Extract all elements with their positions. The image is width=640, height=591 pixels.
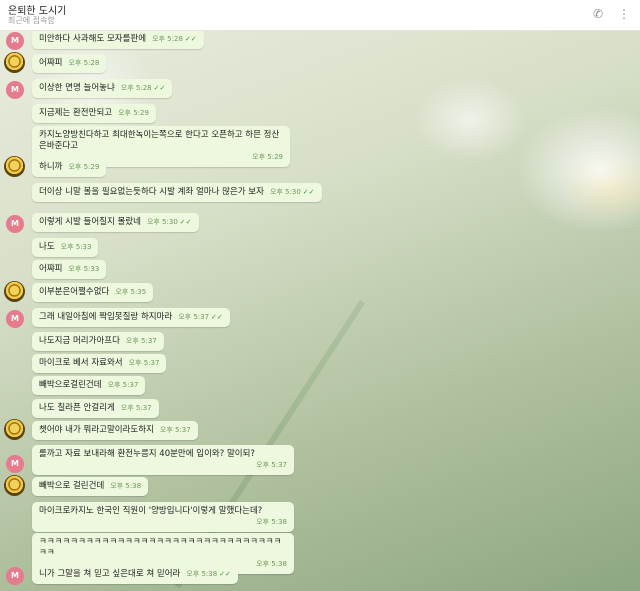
message-bubble[interactable]: 이렇게 시발 들어질지 몰랐네 오후 5:30 ✓✓ bbox=[32, 213, 199, 232]
message-time: 오후 5:37 bbox=[128, 359, 160, 367]
message-time: 오후 5:33 bbox=[60, 243, 92, 251]
message-text: 어쨔피 bbox=[39, 58, 63, 68]
message-time: 오후 5:38 bbox=[186, 570, 218, 578]
message-text: 나도 bbox=[39, 242, 55, 252]
message-bubble[interactable]: 그래 내일아침에 짝임못질랑 하지마라 오후 5:37 ✓✓ bbox=[32, 308, 230, 327]
message-text: 이부분은어쩔수없다 bbox=[39, 287, 110, 297]
read-check-icon: ✓✓ bbox=[184, 35, 197, 43]
message-bubble[interactable]: 니가 그말을 쳐 믿고 싶은대로 쳐 믿어라 오후 5:38 ✓✓ bbox=[32, 565, 238, 584]
message-bubble[interactable]: 빼박으로걸린건데 오후 5:37 bbox=[32, 376, 146, 395]
last-seen-status: 최근에 접속함 bbox=[8, 16, 55, 25]
message-text: 이상한 면명 늘어놓냐 bbox=[39, 83, 115, 93]
message-bubble[interactable]: 마이크로카지노 한국인 직원이 '양방입니다'이렇게 말했다는데? 오후 5:38 bbox=[32, 502, 294, 532]
avatar[interactable]: M bbox=[6, 567, 24, 585]
message-time: 오후 5:33 bbox=[68, 265, 100, 273]
message-bubble[interactable]: 나도지금 머리가아프다 오후 5:37 bbox=[32, 332, 164, 351]
avatar[interactable] bbox=[4, 52, 25, 73]
message-bubble[interactable]: 챗어야 내가 뭐라고말이라도하지 오후 5:37 bbox=[32, 421, 198, 440]
message-text: 빼박으로 걸린건데 bbox=[39, 481, 105, 491]
message-text: 나도 칠라픈 안걸리게 bbox=[39, 403, 115, 413]
read-check-icon: ✓✓ bbox=[211, 313, 223, 321]
message-text: 챗어야 내가 뭐라고말이라도하지 bbox=[39, 425, 154, 435]
avatar[interactable] bbox=[4, 475, 25, 496]
message-time: 오후 5:28 bbox=[68, 59, 100, 67]
message-bubble[interactable]: 나도 오후 5:33 bbox=[32, 238, 99, 257]
message-text: 마이크로카지노 한국인 직원이 '양방입니다'이렇게 말했다는데? bbox=[39, 506, 263, 516]
message-bubble[interactable]: 미안하다 사과해도 모자를판에 오후 5:28 ✓✓ bbox=[32, 30, 204, 49]
message-bubble[interactable]: 빼박으로 걸린건데 오후 5:38 bbox=[32, 477, 149, 496]
message-bubble[interactable]: 하니까 오후 5:29 bbox=[32, 158, 107, 177]
read-check-icon: ✓✓ bbox=[302, 188, 315, 196]
message-bubble[interactable]: 이부분은어쩔수없다 오후 5:35 bbox=[32, 283, 154, 302]
read-check-icon: ✓✓ bbox=[153, 84, 166, 92]
message-time: 오후 5:28 bbox=[152, 35, 183, 43]
chat-header: 은퇴한 도시기 최근에 접속함 ✆ ⋮ bbox=[0, 0, 640, 31]
avatar[interactable]: M bbox=[6, 32, 24, 50]
message-bubble[interactable]: 지금제는 환전만되고 오후 5:29 bbox=[32, 104, 156, 123]
message-text: 그래 내일아침에 짝임못질랑 하지마라 bbox=[39, 312, 173, 322]
message-text: ㅋㅋㅋㅋㅋㅋㅋㅋㅋㅋㅋㅋㅋㅋㅋㅋㅋㅋㅋㅋㅋㅋㅋㅋㅋㅋㅋㅋㅋㅋㅋㅋㅋ bbox=[39, 537, 282, 558]
message-time: 오후 5:37 bbox=[256, 461, 287, 469]
message-time: 오후 5:37 bbox=[107, 381, 139, 389]
message-time: 오후 5:30 bbox=[269, 188, 301, 196]
avatar[interactable]: M bbox=[6, 310, 24, 328]
message-text: 롤까고 자료 보내라해 환전누름지 40분만에 입이와? 말이되? bbox=[39, 449, 255, 459]
message-text: 이렇게 시발 들어질지 몰랐네 bbox=[39, 217, 141, 227]
message-text: 지금제는 환전만되고 bbox=[39, 108, 113, 118]
avatar[interactable]: M bbox=[6, 215, 24, 233]
more-vertical-icon[interactable]: ⋮ bbox=[617, 7, 631, 21]
message-time: 오후 5:37 bbox=[178, 313, 210, 321]
message-time: 오후 5:35 bbox=[115, 288, 147, 296]
message-bubble[interactable]: 나도 칠라픈 안걸리게 오후 5:37 bbox=[32, 399, 159, 418]
phone-icon[interactable]: ✆ bbox=[591, 7, 605, 21]
message-text: 카지노양방친다하고 최대한녹이는쪽으로 한다고 오픈하고 하믄 정산 은바준다고 bbox=[39, 130, 280, 151]
avatar[interactable]: M bbox=[6, 81, 24, 99]
message-text: 니가 그말을 쳐 믿고 싶은대로 쳐 믿어라 bbox=[39, 569, 181, 579]
read-check-icon: ✓✓ bbox=[219, 570, 231, 578]
message-bubble[interactable]: 마이크로 베서 자료와서 오후 5:37 bbox=[32, 354, 167, 373]
message-time: 오후 5:38 bbox=[256, 518, 287, 526]
message-time: 오후 5:38 bbox=[110, 482, 142, 490]
message-list[interactable]: M 미안하다 사과해도 모자를판에 오후 5:28 ✓✓ 어쨔피 오후 5:28 M … bbox=[0, 30, 640, 591]
message-text: 더이상 니말 볼을 필요없는듯하다 시발 계좌 얼마나 많은가 보자 bbox=[39, 187, 264, 197]
avatar[interactable] bbox=[4, 156, 25, 177]
message-time: 오후 5:37 bbox=[125, 337, 157, 345]
message-text: 어쨔피 bbox=[39, 264, 63, 274]
message-time: 오후 5:37 bbox=[159, 426, 191, 434]
avatar[interactable] bbox=[4, 281, 25, 302]
message-bubble[interactable]: 어쨔피 오후 5:33 bbox=[32, 260, 107, 279]
message-bubble[interactable]: 어쨔피 오후 5:28 bbox=[32, 54, 107, 73]
message-bubble[interactable]: 더이상 니말 볼을 필요없는듯하다 시발 계좌 얼마나 많은가 보자 오후 5:3… bbox=[32, 183, 322, 202]
message-text: 미안하다 사과해도 모자를판에 bbox=[39, 34, 147, 44]
message-text: 나도지금 머리가아프다 bbox=[39, 336, 120, 346]
message-time: 오후 5:29 bbox=[118, 109, 149, 117]
message-time: 오후 5:30 bbox=[146, 218, 178, 226]
message-bubble[interactable]: 롤까고 자료 보내라해 환전누름지 40분만에 입이와? 말이되? 오후 5:37 bbox=[32, 445, 294, 475]
message-bubble[interactable]: 이상한 면명 늘어놓냐 오후 5:28 ✓✓ bbox=[32, 79, 173, 98]
message-text: 하니까 bbox=[39, 162, 63, 172]
avatar[interactable]: M bbox=[6, 455, 24, 473]
message-time: 오후 5:28 bbox=[120, 84, 152, 92]
avatar[interactable] bbox=[4, 419, 25, 440]
message-text: 마이크로 베서 자료와서 bbox=[39, 358, 123, 368]
read-check-icon: ✓✓ bbox=[179, 218, 192, 226]
message-time: 오후 5:37 bbox=[120, 404, 152, 412]
message-time: 오후 5:29 bbox=[68, 163, 100, 171]
message-text: 빼박으로걸린건데 bbox=[39, 380, 102, 390]
